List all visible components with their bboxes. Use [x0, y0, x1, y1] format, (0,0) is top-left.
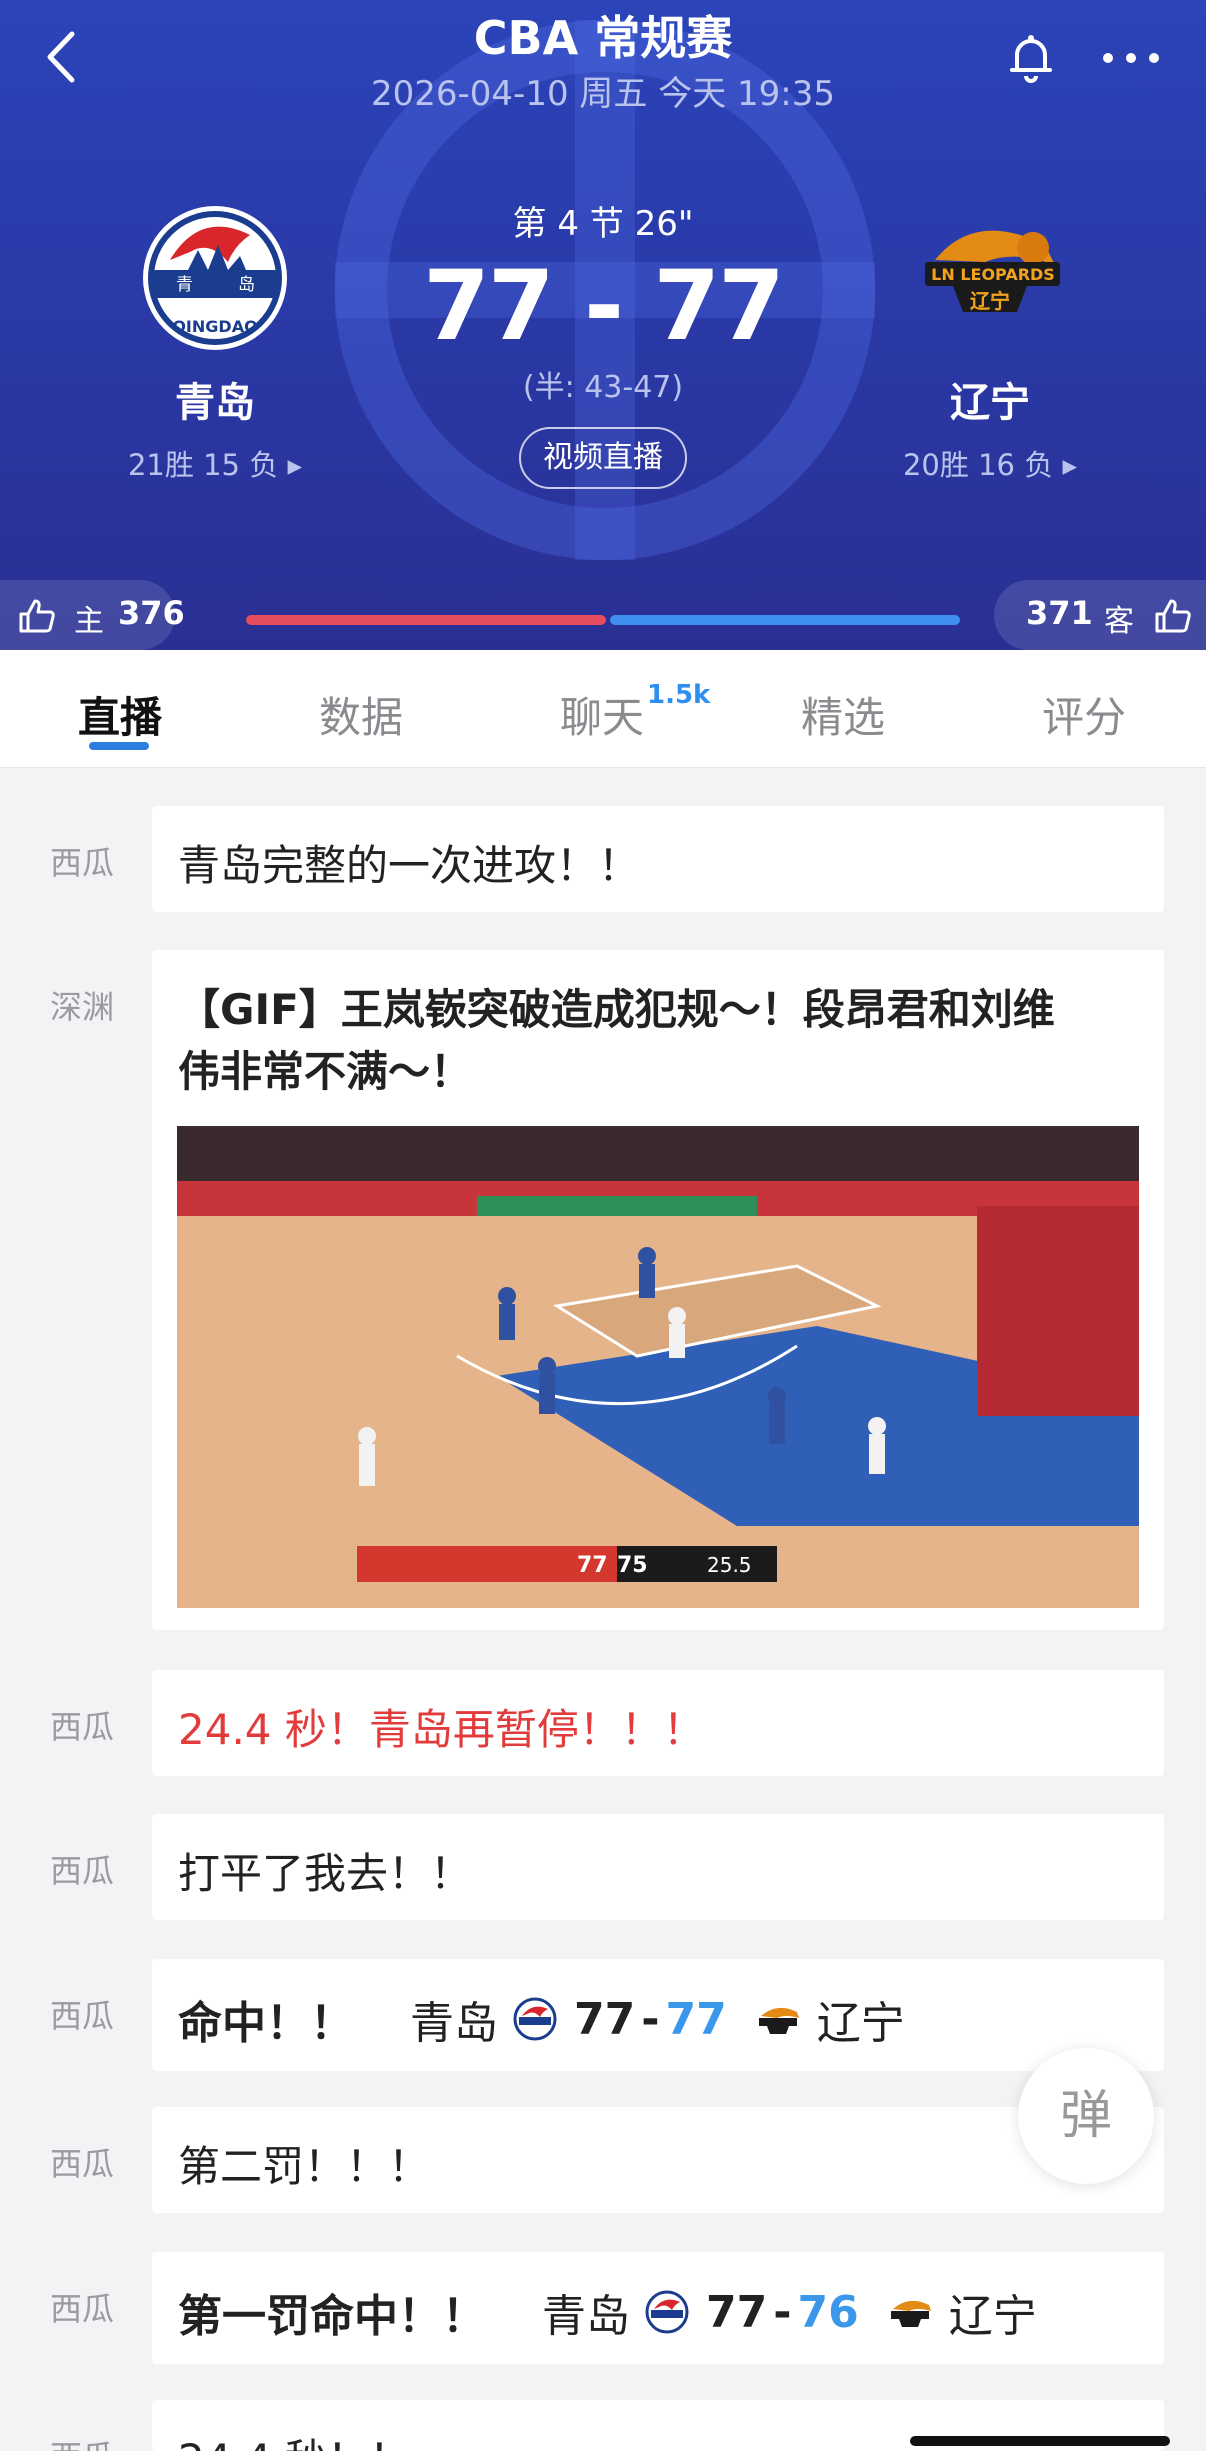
tab-rating[interactable]: 评分: [984, 684, 1184, 745]
feed-source: 西瓜: [50, 1852, 115, 1890]
gif-score-home: 77: [577, 1553, 608, 1578]
feed-card[interactable]: 第二罚！！！: [152, 2107, 1164, 2213]
feed-text: 24.4 秒！青岛再暂停！！！: [178, 1705, 705, 1754]
thumbs-up-icon: [19, 599, 55, 633]
danmaku-toggle-button[interactable]: 弹: [1018, 2048, 1154, 2184]
chat-count-badge: 1.5k: [647, 680, 711, 710]
liaoning-mini-logo: [758, 2007, 799, 2034]
feed-text: 第二罚！！！: [178, 2142, 431, 2191]
score-home: 77: [706, 2286, 768, 2338]
score-update: 第一罚命中！！ 青岛 77 - 76 辽宁: [178, 2280, 1051, 2344]
feed-source: 西瓜: [50, 2432, 114, 2451]
score-away-team: 辽宁: [816, 1998, 905, 2049]
gif-clock: 25.5: [707, 1553, 752, 1577]
away-support-fill: [610, 615, 960, 625]
feed-text: 打平了我去！！: [178, 1849, 473, 1898]
score-home: 77: [574, 1993, 636, 2045]
active-tab-indicator: [89, 742, 149, 750]
liaoning-logo: LN LEOPARDS 辽宁: [925, 230, 1060, 313]
away-team[interactable]: LN LEOPARDS 辽宁 辽宁 20胜 16 负 ▸: [870, 190, 1110, 484]
away-team-name: 辽宁: [950, 380, 1030, 426]
score-away: 76: [797, 2286, 859, 2338]
score-update-lead: 第一罚命中！！: [178, 2291, 486, 2342]
feed-card[interactable]: 第一罚命中！！ 青岛 77 - 76 辽宁: [152, 2252, 1164, 2364]
feed-card[interactable]: 【GIF】王岚嵚突破造成犯规～！段昂君和刘维 伟非常不满～！ 77 75 25.…: [152, 950, 1164, 1630]
home-like-count: 376: [118, 594, 185, 632]
tab-stats[interactable]: 数据: [261, 684, 461, 745]
feed-card[interactable]: 命中！！ 青岛 77 - 77 辽宁: [152, 1959, 1164, 2071]
tab-bar: 直播 数据 聊天 精选 评分: [0, 650, 1206, 768]
thumbs-up-icon: [1155, 599, 1191, 633]
qingdao-mini-logo: [513, 1997, 557, 2041]
feed-source: 西瓜: [50, 1708, 115, 1746]
score-update: 命中！！ 青岛 77 - 77 辽宁: [178, 1987, 919, 2051]
tab-featured[interactable]: 精选: [743, 684, 943, 745]
feed-text-line1: 【GIF】王岚嵚突破造成犯规～！段昂君和刘维: [178, 985, 1055, 1034]
svg-text:LN LEOPARDS: LN LEOPARDS: [931, 265, 1055, 284]
tab-live[interactable]: 直播: [20, 684, 220, 745]
feed-card[interactable]: 打平了我去！！: [152, 1814, 1164, 1920]
feed-source: 西瓜: [50, 1997, 115, 2035]
away-like-count: 371: [1026, 594, 1093, 632]
support-bar: 主 376 371 客: [0, 580, 1206, 650]
gif-score-away: 75: [617, 1553, 648, 1578]
score-home-team: 青岛: [410, 1998, 498, 2049]
score-away: 77: [665, 1993, 727, 2045]
score-update-lead: 命中！！: [178, 1998, 354, 2049]
feed-card[interactable]: 青岛完整的一次进攻！！: [152, 806, 1164, 912]
feed-card[interactable]: 24.4 秒！青岛再暂停！！！: [152, 1670, 1164, 1776]
bell-icon[interactable]: [1003, 30, 1059, 86]
video-live-button[interactable]: 视频直播: [519, 427, 687, 489]
away-like-label: 客: [1104, 604, 1134, 639]
feed-source: 西瓜: [50, 2145, 115, 2183]
liaoning-mini-logo: [890, 2300, 931, 2327]
score-away-team: 辽宁: [948, 2291, 1037, 2342]
score-home-team: 青岛: [542, 2291, 630, 2342]
match-header: CBA 常规赛 2026-04-10 周五 今天 19:35 青 岛 QINGD…: [0, 0, 1206, 650]
home-like-button[interactable]: 主 376: [0, 580, 185, 650]
home-team-record[interactable]: 21胜 15 负 ▸: [95, 442, 335, 484]
home-indicator[interactable]: [910, 2436, 1170, 2446]
qingdao-mini-logo: [645, 2290, 689, 2334]
away-team-record[interactable]: 20胜 16 负 ▸: [870, 442, 1110, 484]
svg-text:辽宁: 辽宁: [970, 289, 1010, 313]
feed-source: 西瓜: [50, 2290, 115, 2328]
feed-source: 深渊: [50, 988, 115, 1026]
feed-text: 青岛完整的一次进攻！！: [178, 841, 641, 890]
feed-source: 西瓜: [50, 844, 115, 882]
away-like-button[interactable]: 371 客: [994, 580, 1206, 650]
feed-text: 24.4 秒！！: [178, 2426, 411, 2451]
feed-text-line2: 伟非常不满～！: [178, 1047, 473, 1096]
more-icon[interactable]: [1098, 36, 1164, 80]
gif-image[interactable]: 77 75 25.5: [177, 1126, 1139, 1608]
home-support-fill: [246, 615, 606, 625]
home-like-label: 主: [74, 604, 104, 639]
